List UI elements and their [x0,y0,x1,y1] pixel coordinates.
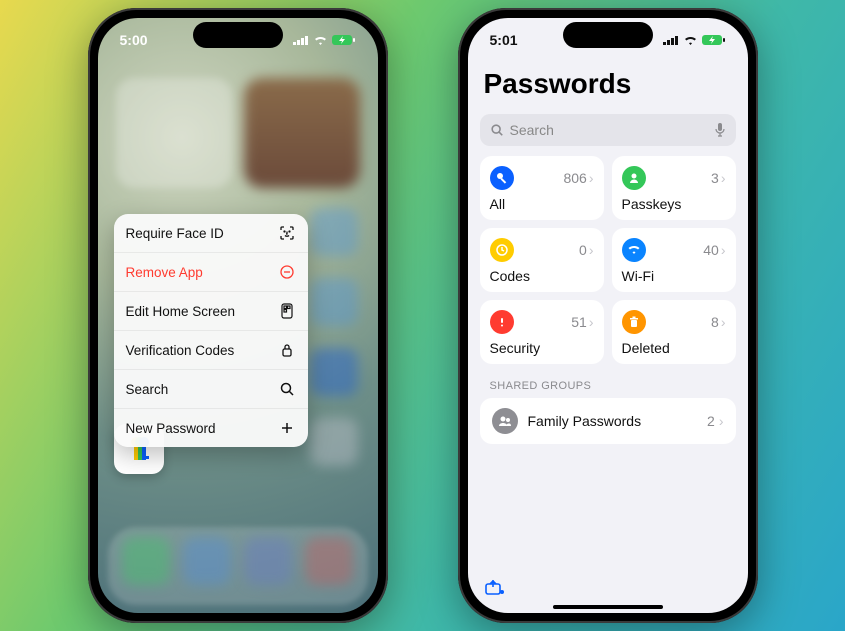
plus-icon [278,419,296,437]
background-app-icon [310,418,358,466]
dock-app-icon [122,537,170,585]
menu-item-verification-codes[interactable]: Verification Codes [114,331,308,370]
card-label: Passkeys [622,196,726,212]
person-icon [622,166,646,190]
card-label: Security [490,340,594,356]
menu-item-edit-home[interactable]: Edit Home Screen [114,292,308,331]
cellular-icon [663,35,679,45]
menu-item-label: Remove App [126,265,203,280]
card-passkeys[interactable]: 3› Passkeys [612,156,736,220]
card-label: Codes [490,268,594,284]
iphone-frame-left: 5:00 Require Face ID Remove App Edit Hom… [88,8,388,623]
menu-item-require-faceid[interactable]: Require Face ID [114,214,308,253]
battery-charging-icon [332,34,356,46]
menu-item-label: Verification Codes [126,343,235,358]
category-grid: 806› All 3› Passkeys [468,156,748,364]
dock-app-icon [305,537,353,585]
wifi-icon [313,35,328,46]
battery-charging-icon [702,34,726,46]
menu-item-label: New Password [126,421,216,436]
remove-icon [278,263,296,281]
card-wifi[interactable]: 40› Wi-Fi [612,228,736,292]
home-screen: 5:00 Require Face ID Remove App Edit Hom… [98,18,378,613]
wifi-icon [622,238,646,262]
dock-app-icon [244,537,292,585]
chevron-right-icon: › [721,242,726,258]
group-row-family[interactable]: Family Passwords 2› [480,398,736,444]
group-count: 2 [707,413,715,429]
card-label: Wi-Fi [622,268,726,284]
home-indicator[interactable] [553,605,663,609]
group-icon [492,408,518,434]
wifi-icon [683,35,698,46]
card-codes[interactable]: 0› Codes [480,228,604,292]
alert-icon [490,310,514,334]
faceid-icon [278,224,296,242]
search-icon [490,123,504,137]
search-icon [278,380,296,398]
status-time: 5:01 [490,32,518,48]
dynamic-island [193,22,283,48]
card-security[interactable]: 51› Security [480,300,604,364]
card-count: 8 [711,314,719,330]
menu-item-new-password[interactable]: New Password [114,409,308,447]
chevron-right-icon: › [589,242,594,258]
card-label: All [490,196,594,212]
search-input[interactable]: Search [480,114,736,146]
edit-screen-icon [278,302,296,320]
search-placeholder: Search [510,122,708,138]
chevron-right-icon: › [589,314,594,330]
card-count: 3 [711,170,719,186]
lock-icon [278,341,296,359]
menu-item-label: Search [126,382,169,397]
passwords-app: 5:01 Passwords Search [468,18,748,613]
background-app-icon [310,278,358,326]
dock-app-icon [183,537,231,585]
widget-placeholder [116,78,232,188]
chevron-right-icon: › [721,170,726,186]
status-time: 5:00 [120,32,148,48]
menu-item-label: Edit Home Screen [126,304,236,319]
clock-icon [490,238,514,262]
card-count: 806 [563,170,586,186]
background-app-icon [310,208,358,256]
widget-placeholder [244,78,360,188]
card-count: 40 [703,242,719,258]
cellular-icon [293,35,309,45]
menu-item-remove-app[interactable]: Remove App [114,253,308,292]
shared-groups-header: SHARED GROUPS [468,364,748,398]
context-menu: Require Face ID Remove App Edit Home Scr… [114,214,308,447]
chevron-right-icon: › [721,314,726,330]
page-title: Passwords [484,68,732,100]
background-app-icon [310,348,358,396]
card-count: 0 [579,242,587,258]
iphone-frame-right: 5:01 Passwords Search [458,8,758,623]
trash-icon [622,310,646,334]
card-deleted[interactable]: 8› Deleted [612,300,736,364]
menu-item-search[interactable]: Search [114,370,308,409]
card-label: Deleted [622,340,726,356]
dynamic-island [563,22,653,48]
card-count: 51 [571,314,587,330]
chevron-right-icon: › [719,413,724,429]
chevron-right-icon: › [589,170,594,186]
menu-item-label: Require Face ID [126,226,224,241]
group-label: Family Passwords [528,413,698,429]
mic-icon[interactable] [714,122,726,138]
import-button[interactable] [484,578,506,601]
key-icon [490,166,514,190]
card-all[interactable]: 806› All [480,156,604,220]
